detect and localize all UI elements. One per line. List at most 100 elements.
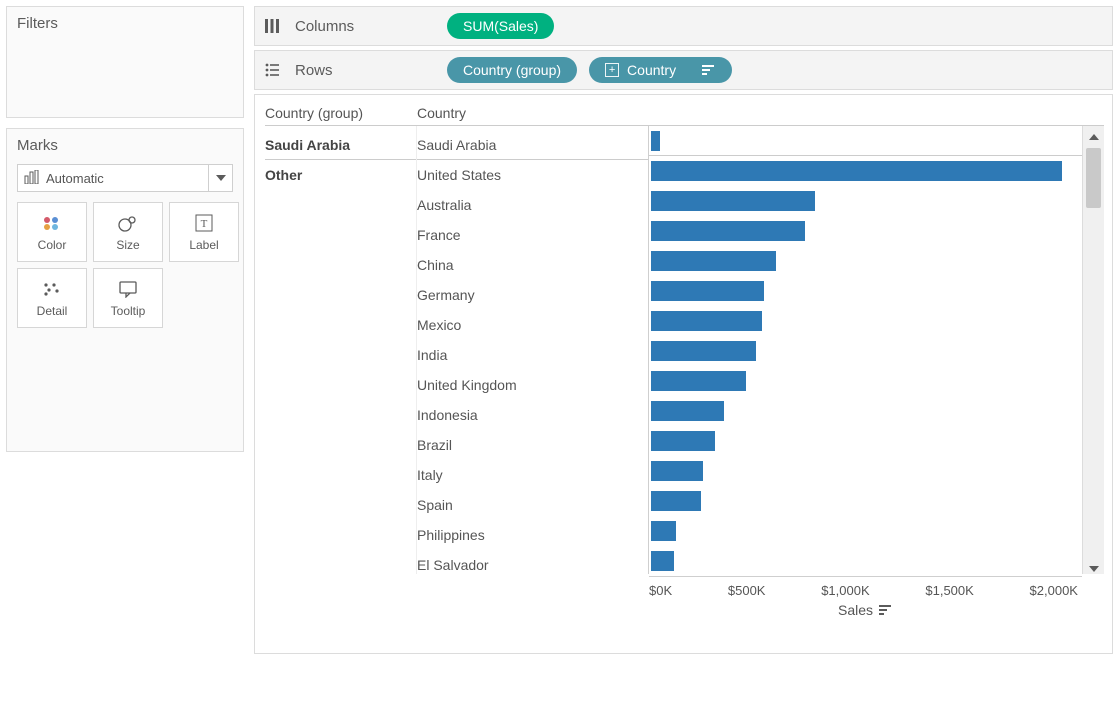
country-label: Australia — [417, 190, 648, 220]
bar[interactable] — [651, 161, 1062, 181]
bar-row[interactable] — [649, 156, 1082, 186]
sort-desc-icon — [879, 604, 893, 616]
mark-card-label: Tooltip — [111, 304, 146, 318]
country-label: Spain — [417, 490, 648, 520]
expand-icon[interactable]: + — [605, 63, 619, 77]
bar[interactable] — [651, 491, 701, 511]
marks-type-dropdown[interactable]: Automatic — [17, 164, 233, 192]
rows-icon — [261, 62, 283, 78]
country-label: Philippines — [417, 520, 648, 550]
country-label: Germany — [417, 280, 648, 310]
group-label: Other — [265, 160, 416, 190]
scrollbar-track[interactable] — [1083, 148, 1104, 558]
filters-title: Filters — [17, 15, 233, 32]
bar[interactable] — [651, 401, 724, 421]
bar-row[interactable] — [649, 456, 1082, 486]
bar-row[interactable] — [649, 216, 1082, 246]
bar-row[interactable] — [649, 276, 1082, 306]
bar[interactable] — [651, 461, 703, 481]
mark-card-label: Detail — [37, 304, 68, 318]
bar-row[interactable] — [649, 426, 1082, 456]
bar[interactable] — [651, 311, 762, 331]
filters-panel: Filters — [6, 6, 244, 118]
bar[interactable] — [651, 551, 674, 571]
vertical-scrollbar[interactable] — [1082, 126, 1104, 574]
group-column: Saudi ArabiaOther — [265, 126, 417, 574]
pill-country[interactable]: + Country — [589, 57, 732, 83]
mark-card-detail[interactable]: Detail — [17, 268, 87, 328]
x-axis-ticks: $0K$500K$1,000K$1,500K$2,000K — [649, 576, 1082, 598]
bar-row[interactable] — [649, 366, 1082, 396]
columns-shelf[interactable]: Columns SUM(Sales) — [254, 6, 1113, 46]
bar-row[interactable] — [649, 546, 1082, 574]
country-label: United Kingdom — [417, 370, 648, 400]
bar[interactable] — [651, 521, 676, 541]
size-icon — [117, 212, 139, 234]
country-label: India — [417, 340, 648, 370]
mark-card-label: Label — [189, 238, 218, 252]
bar-row[interactable] — [649, 486, 1082, 516]
bar-row[interactable] — [649, 126, 1082, 156]
axis-tick: $1,000K — [821, 583, 869, 598]
columns-icon — [261, 18, 283, 34]
bar[interactable] — [651, 371, 746, 391]
axis-tick: $2,000K — [1030, 583, 1078, 598]
mark-card-tooltip[interactable]: Tooltip — [93, 268, 163, 328]
rows-label: Rows — [295, 62, 435, 79]
country-label: El Salvador — [417, 550, 648, 574]
sort-desc-icon[interactable] — [702, 64, 716, 76]
axis-tick: $1,500K — [925, 583, 973, 598]
x-axis-label: Sales — [838, 602, 873, 618]
marks-panel: Marks Automatic Color — [6, 128, 244, 452]
bar-row[interactable] — [649, 396, 1082, 426]
country-label: Saudi Arabia — [417, 130, 648, 160]
mark-card-color[interactable]: Color — [17, 202, 87, 262]
rows-shelf[interactable]: Rows Country (group) + Country — [254, 50, 1113, 90]
bar-row[interactable] — [649, 516, 1082, 546]
country-label: China — [417, 250, 648, 280]
mark-card-size[interactable]: Size — [93, 202, 163, 262]
bar[interactable] — [651, 191, 815, 211]
marks-title: Marks — [17, 137, 233, 154]
country-label: Mexico — [417, 310, 648, 340]
country-label: Indonesia — [417, 400, 648, 430]
bar[interactable] — [651, 281, 764, 301]
bar-row[interactable] — [649, 246, 1082, 276]
bar[interactable] — [651, 131, 660, 151]
label-icon: T — [195, 212, 213, 234]
x-axis-title[interactable]: Sales — [649, 598, 1082, 618]
pill-sum-sales[interactable]: SUM(Sales) — [447, 13, 554, 39]
scrollbar-thumb[interactable] — [1086, 148, 1101, 208]
country-label: Brazil — [417, 430, 648, 460]
pill-label: Country — [627, 62, 676, 78]
header-country-group: Country (group) — [265, 105, 417, 121]
bar-row[interactable] — [649, 306, 1082, 336]
bar[interactable] — [651, 431, 715, 451]
country-label: United States — [417, 160, 648, 190]
bar[interactable] — [651, 221, 805, 241]
scroll-down-icon[interactable] — [1083, 558, 1104, 574]
group-label: Saudi Arabia — [265, 130, 416, 160]
detail-icon — [42, 278, 62, 300]
columns-label: Columns — [295, 18, 435, 35]
bar-row[interactable] — [649, 336, 1082, 366]
mark-card-label: Color — [38, 238, 67, 252]
header-country: Country — [417, 105, 649, 121]
visualization-panel: Country (group) Country Saudi ArabiaOthe… — [254, 94, 1113, 654]
bar-icon — [24, 170, 40, 187]
pill-country-group[interactable]: Country (group) — [447, 57, 577, 83]
pill-label: SUM(Sales) — [463, 18, 538, 34]
mark-card-label: Size — [116, 238, 139, 252]
marks-type-label: Automatic — [46, 171, 104, 186]
country-column: Saudi ArabiaUnited StatesAustraliaFrance… — [417, 126, 649, 574]
color-icon — [42, 212, 62, 234]
bar[interactable] — [651, 251, 776, 271]
dropdown-arrow-icon[interactable] — [208, 165, 232, 191]
pill-label: Country (group) — [463, 62, 561, 78]
marks-cards: Color Size T Label — [17, 202, 233, 328]
bar[interactable] — [651, 341, 756, 361]
axis-tick: $500K — [728, 583, 766, 598]
mark-card-label[interactable]: T Label — [169, 202, 239, 262]
bar-row[interactable] — [649, 186, 1082, 216]
scroll-up-icon[interactable] — [1083, 126, 1104, 148]
